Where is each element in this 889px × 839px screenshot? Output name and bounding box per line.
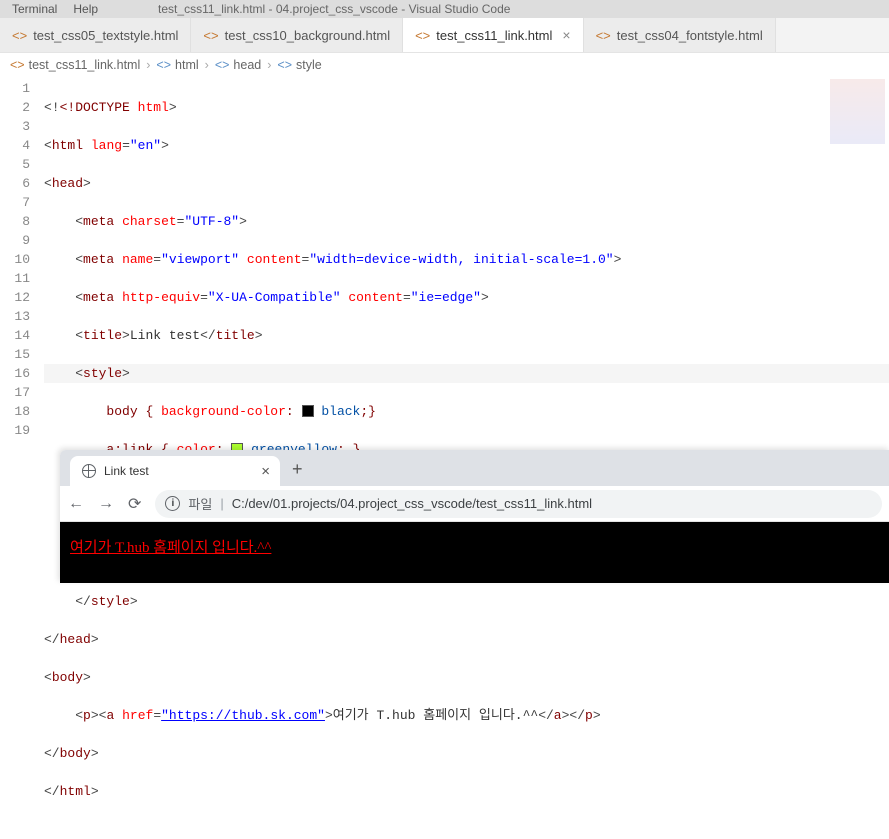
back-icon[interactable]: ← <box>68 495 84 513</box>
html-file-icon: <> <box>596 28 611 43</box>
menu-terminal[interactable]: Terminal <box>12 2 57 16</box>
address-bar[interactable]: i 파일 | C:/dev/01.projects/04.project_css… <box>155 490 882 518</box>
chevron-right-icon: › <box>146 58 150 72</box>
browser-toolbar: ← → ⟳ i 파일 | C:/dev/01.projects/04.proje… <box>60 486 889 522</box>
file-protocol-label: 파일 <box>188 494 212 513</box>
gutter: 12345678910111213141516171819 <box>0 77 44 447</box>
tag-icon: <> <box>215 58 230 72</box>
breadcrumb-seg: style <box>296 58 322 72</box>
globe-icon <box>82 464 96 478</box>
chevron-right-icon: › <box>267 58 271 72</box>
html-file-icon: <> <box>203 28 218 43</box>
code-area[interactable]: <!<!DOCTYPE html> <html lang="en"> <head… <box>44 77 889 447</box>
tab-background[interactable]: <> test_css10_background.html <box>191 18 403 52</box>
breadcrumb-seg: head <box>233 58 261 72</box>
divider: | <box>220 496 223 511</box>
minimap[interactable] <box>830 79 885 144</box>
chevron-right-icon: › <box>205 58 209 72</box>
browser-window: Link test × + ← → ⟳ i 파일 | C:/dev/01.pro… <box>60 450 889 583</box>
rendered-link[interactable]: 여기가 T.hub 홈페이지 입니다.^^ <box>70 540 271 556</box>
browser-tabbar: Link test × + <box>60 450 889 486</box>
new-tab-button[interactable]: + <box>292 459 303 480</box>
forward-icon[interactable]: → <box>98 495 114 513</box>
browser-tab-title: Link test <box>104 464 149 478</box>
reload-icon[interactable]: ⟳ <box>128 494 141 514</box>
url-text: C:/dev/01.projects/04.project_css_vscode… <box>232 496 592 511</box>
html-file-icon: <> <box>12 28 27 43</box>
tab-label: test_css04_fontstyle.html <box>617 28 763 43</box>
tab-link[interactable]: <> test_css11_link.html × <box>403 18 583 52</box>
browser-tab[interactable]: Link test × <box>70 456 280 486</box>
tab-label: test_css10_background.html <box>225 28 390 43</box>
titlebar: Terminal Help test_css11_link.html - 04.… <box>0 0 889 18</box>
breadcrumb[interactable]: <>test_css11_link.html › <>html › <>head… <box>0 53 889 77</box>
close-icon[interactable]: × <box>562 27 570 43</box>
color-swatch-black <box>302 405 314 417</box>
browser-content: 여기가 T.hub 홈페이지 입니다.^^ <box>60 522 889 583</box>
html-file-icon: <> <box>10 58 25 72</box>
tab-fontstyle[interactable]: <> test_css04_fontstyle.html <box>584 18 776 52</box>
html-file-icon: <> <box>415 28 430 43</box>
breadcrumb-seg: html <box>175 58 199 72</box>
menu-help[interactable]: Help <box>73 2 98 16</box>
info-icon[interactable]: i <box>165 496 180 511</box>
breadcrumb-file: test_css11_link.html <box>29 58 141 72</box>
tab-label: test_css11_link.html <box>436 28 552 43</box>
tab-label: test_css05_textstyle.html <box>33 28 178 43</box>
tag-icon: <> <box>156 58 171 72</box>
tag-icon: <> <box>277 58 292 72</box>
close-icon[interactable]: × <box>261 463 270 480</box>
editor[interactable]: 12345678910111213141516171819 <!<!DOCTYP… <box>0 77 889 447</box>
editor-tabbar: <> test_css05_textstyle.html <> test_css… <box>0 18 889 53</box>
window-title: test_css11_link.html - 04.project_css_vs… <box>158 2 510 16</box>
tab-textstyle[interactable]: <> test_css05_textstyle.html <box>0 18 191 52</box>
